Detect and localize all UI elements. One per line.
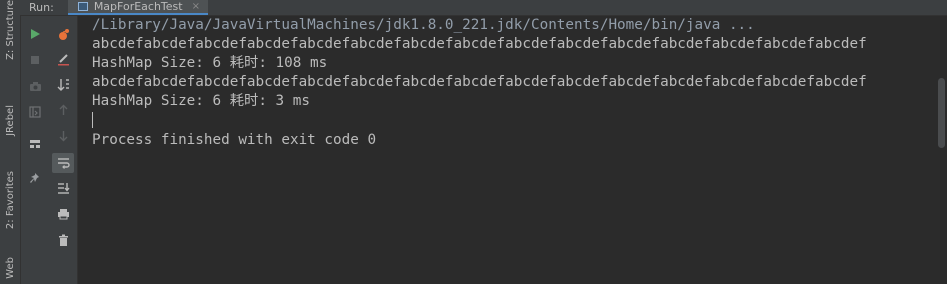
console-line-command: /Library/Java/JavaVirtualMachines/jdk1.8… [92,17,755,33]
console-line-exit: Process finished with exit code 0 [92,132,377,148]
clear-all-button[interactable] [49,49,77,69]
side-tab-favorites-label: 2: Favorites [4,170,16,230]
side-tab-jrebel-label: JRebel [4,104,16,136]
side-tab-jrebel[interactable]: JRebel [0,90,20,150]
console-line: HashMap Size: 6 耗时: 108 ms [92,55,328,71]
side-tab-web-label: Web [4,257,16,279]
stop-icon [31,56,39,64]
scroll-to-end-button[interactable] [49,178,77,198]
debug-rerun-button[interactable] [49,24,77,44]
sort-icon [57,78,69,91]
run-header: Run: MapForEachTest × [20,0,947,16]
console-line: HashMap Size: 6 耗时: 3 ms [92,93,310,109]
console-output[interactable]: /Library/Java/JavaVirtualMachines/jdk1.8… [78,16,947,284]
rerun-icon [31,29,40,39]
pin-icon [30,173,39,183]
side-tab-structure-label: Z: Structure [4,0,16,60]
soft-wrap-button[interactable] [52,153,74,173]
clear-icon [57,53,69,65]
side-tab-structure[interactable]: Z: Structure [0,0,20,60]
trash-icon [58,234,68,246]
previous-occurrence-button[interactable] [49,100,77,120]
print-icon [57,209,69,220]
run-toolbar-secondary [49,16,78,284]
run-tab-title: MapForEachTest [93,0,183,13]
console-line: abcdefabcdefabcdefabcdefabcdefabcdefabcd… [92,36,867,52]
scroll-to-end-icon [57,182,70,194]
down-arrow-icon [59,131,67,142]
vertical-scrollbar[interactable] [935,16,947,284]
side-tab-favorites[interactable]: 2: Favorites [0,165,20,235]
tool-window-stripe: Z: Structure JRebel 2: Favorites Web [0,0,21,284]
up-arrow-icon [59,104,67,115]
restore-layout-icon [29,106,41,118]
next-occurrence-button[interactable] [49,126,77,146]
restore-layout-button[interactable] [21,102,49,122]
sort-button[interactable] [49,74,77,94]
run-toolbar-primary [21,16,49,284]
close-icon[interactable]: × [192,1,200,12]
run-label: Run: [29,1,54,14]
text-caret [92,112,93,128]
soft-wrap-icon [57,158,70,169]
layout-button[interactable] [21,134,49,154]
console-line: abcdefabcdefabcdefabcdefabcdefabcdefabcd… [92,74,867,90]
stop-button[interactable] [21,50,49,70]
scrollbar-thumb[interactable] [938,78,945,148]
run-tab-mapforeachtest[interactable]: MapForEachTest × [67,0,208,15]
run-config-icon [77,2,88,11]
delete-button[interactable] [49,230,77,250]
dump-threads-button[interactable] [21,76,49,96]
print-button[interactable] [49,204,77,224]
camera-icon [29,81,41,91]
pin-tab-button[interactable] [21,168,49,188]
rerun-button[interactable] [21,24,49,44]
side-tab-web[interactable]: Web [0,252,20,284]
layout-icon [30,140,40,148]
debug-rerun-icon [58,28,69,40]
